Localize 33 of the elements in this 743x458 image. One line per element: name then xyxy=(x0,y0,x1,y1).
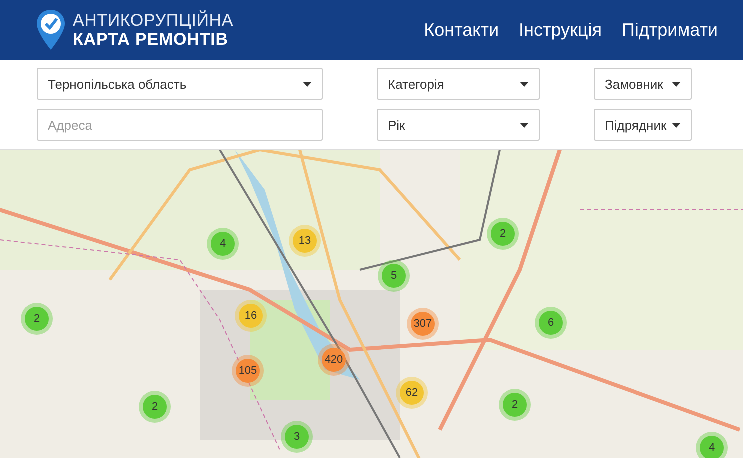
cluster-marker[interactable]: 2 xyxy=(139,391,171,423)
dropdown[interactable]: Категорія xyxy=(377,68,540,100)
cluster-marker[interactable]: 2 xyxy=(21,303,53,335)
caret-icon xyxy=(520,122,529,128)
address-field[interactable]: Адреса xyxy=(37,109,323,141)
cluster-marker[interactable]: 5 xyxy=(378,260,410,292)
dropdown[interactable]: Замовник xyxy=(594,68,692,100)
dropdown[interactable]: Підрядник xyxy=(594,109,692,141)
logo-subtitle: КАРТА РЕМОНТІВ xyxy=(73,30,230,49)
cluster-marker[interactable]: 6 xyxy=(535,307,567,339)
map-drawing[interactable] xyxy=(0,150,743,458)
cluster-marker[interactable]: 13 xyxy=(289,225,321,257)
nav-link[interactable]: Інструкція xyxy=(519,20,602,40)
caret-icon xyxy=(672,82,681,86)
dropdown[interactable]: Рік xyxy=(377,109,540,141)
cluster-marker[interactable]: 4 xyxy=(207,228,239,260)
dropdown[interactable]: Тернопільська область xyxy=(37,68,323,100)
cluster-marker[interactable]: 420 xyxy=(318,344,350,376)
caret-icon xyxy=(303,82,312,86)
caret-icon xyxy=(672,122,681,128)
cluster-marker[interactable]: 3 xyxy=(281,421,313,453)
cluster-marker[interactable]: 105 xyxy=(232,355,264,387)
logo-title: АНТИКОРУПЦІЙНА xyxy=(73,11,234,30)
cluster-marker[interactable]: 62 xyxy=(396,377,428,409)
caret-icon xyxy=(520,82,529,86)
cluster-marker[interactable]: 4 xyxy=(696,432,728,458)
nav-link[interactable]: Підтримати xyxy=(622,20,718,40)
cluster-marker[interactable]: 2 xyxy=(499,389,531,421)
cluster-marker[interactable]: 307 xyxy=(407,308,439,340)
cluster-marker[interactable]: 2 xyxy=(487,218,519,250)
pin-check-icon xyxy=(37,10,65,50)
nav-link[interactable]: Контакти xyxy=(424,20,500,40)
cluster-marker[interactable]: 16 xyxy=(235,300,267,332)
